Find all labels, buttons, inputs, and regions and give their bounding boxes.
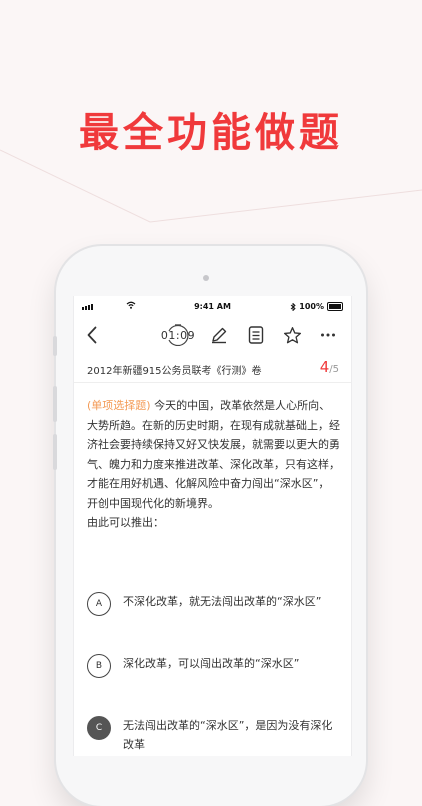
option-text: 不深化改革，就无法闯出改革的“深水区” — [123, 595, 322, 608]
option-key: C — [87, 716, 111, 740]
more-icon — [321, 333, 335, 337]
option-text: 深化改革，可以闯出改革的“深水区” — [123, 657, 300, 670]
favorite-button[interactable] — [281, 324, 303, 346]
total-question-count: /5 — [329, 364, 339, 375]
status-bar: 9:41 AM 100% — [74, 296, 351, 318]
question-text: 今天的中国，改革依然是人心所向、大势所趋。在新的历史时期，在现有成就基础上，经济… — [87, 399, 340, 510]
toolbar: 01:09 — [74, 318, 351, 352]
answer-sheet-button[interactable] — [246, 324, 266, 346]
chevron-left-icon — [87, 326, 97, 344]
phone-side-button — [53, 386, 57, 422]
option-text: 无法闯出改革的“深水区”，是因为没有深化改革 — [123, 719, 333, 751]
headline: 最全功能做题 — [79, 110, 343, 156]
battery-percent: 100% — [299, 302, 324, 311]
current-question-number: 4 — [319, 358, 330, 376]
more-button[interactable] — [318, 324, 338, 346]
option-key: B — [87, 654, 111, 678]
back-button[interactable] — [84, 324, 100, 346]
pencil-icon — [212, 327, 227, 344]
edit-button[interactable] — [209, 324, 229, 346]
question-counter: 4/5 — [320, 358, 339, 376]
answer-options: A 不深化改革，就无法闯出改革的“深水区” B 深化改革，可以闯出改革的“深水区… — [87, 592, 342, 756]
app-screen: 9:41 AM 100% 01:09 2012年新疆915公务员联考《行测》卷 … — [73, 296, 352, 756]
question-stem: (单项选择题) 今天的中国，改革依然是人心所向、大势所趋。在新的历史时期，在现有… — [87, 396, 340, 533]
battery-icon — [327, 302, 343, 311]
answer-sheet-icon — [248, 326, 264, 344]
phone-speaker — [203, 275, 209, 281]
question-type-label: (单项选择题) — [87, 399, 151, 412]
question-lead: 由此可以推出： — [87, 516, 164, 529]
phone-side-button — [53, 434, 57, 470]
exam-info-bar: 2012年新疆915公务员联考《行测》卷 4/5 — [74, 354, 351, 383]
timer-button[interactable]: 01:09 — [160, 324, 196, 346]
star-icon — [283, 326, 301, 343]
option-c[interactable]: C 无法闯出改革的“深水区”，是因为没有深化改革 — [87, 716, 342, 756]
bluetooth-icon — [290, 302, 296, 311]
option-key: A — [87, 592, 111, 616]
phone-side-button — [53, 336, 57, 356]
timer-text: 01:09 — [160, 328, 196, 342]
option-a[interactable]: A 不深化改革，就无法闯出改革的“深水区” — [87, 592, 342, 646]
option-b[interactable]: B 深化改革，可以闯出改革的“深水区” — [87, 654, 342, 708]
exam-title: 2012年新疆915公务员联考《行测》卷 — [87, 366, 262, 377]
